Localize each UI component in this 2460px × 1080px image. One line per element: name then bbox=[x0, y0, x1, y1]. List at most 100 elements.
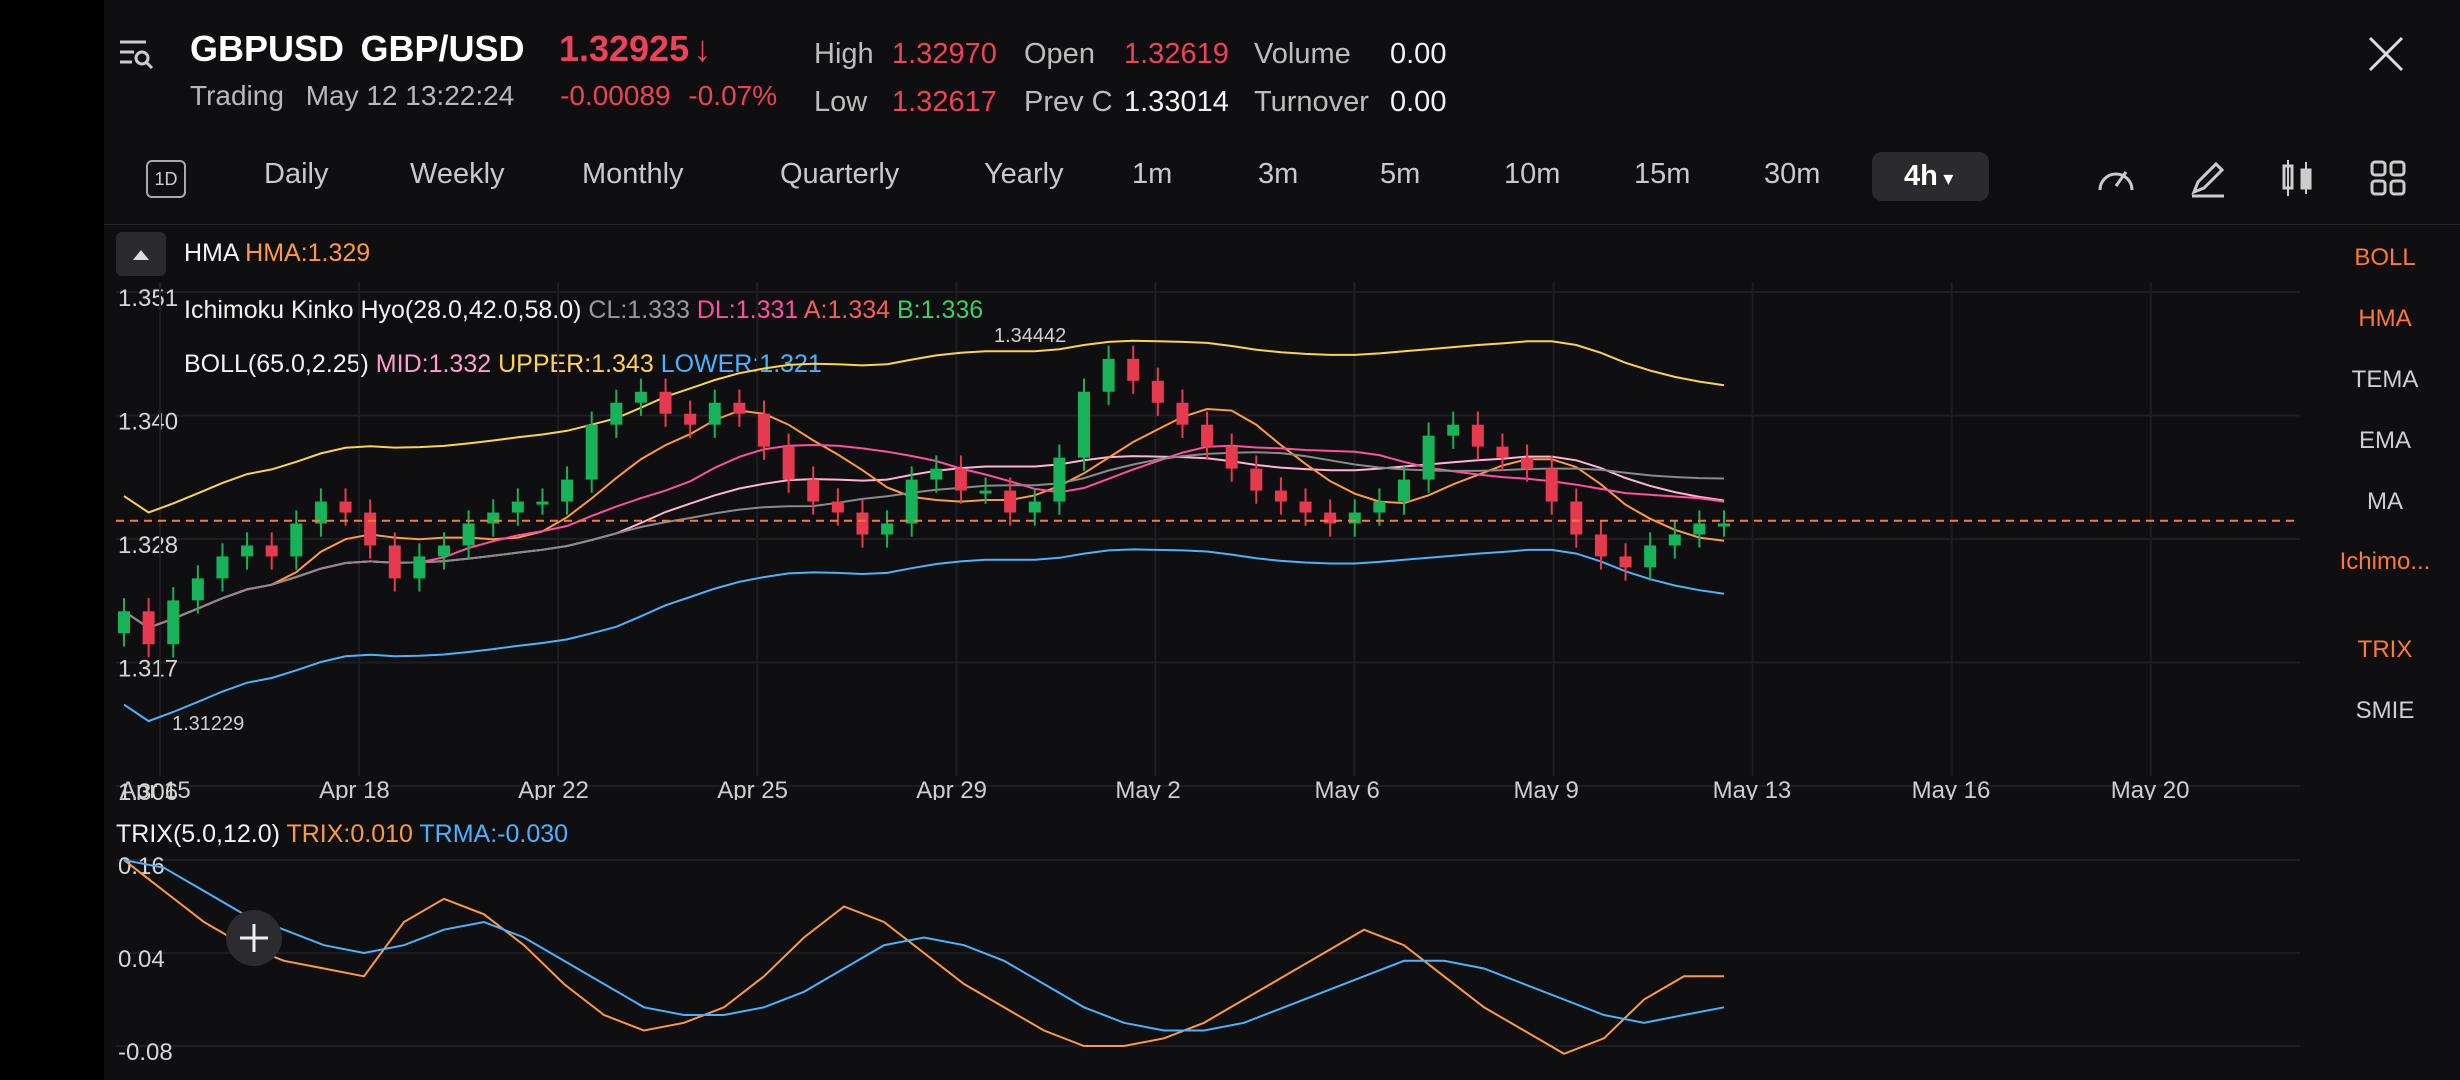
candle-body bbox=[438, 545, 450, 557]
y-tick-label: 1.328 bbox=[118, 532, 178, 559]
tab-monthly[interactable]: Monthly bbox=[582, 158, 684, 191]
candle-body bbox=[585, 424, 598, 480]
close-icon[interactable] bbox=[2366, 34, 2406, 79]
candle-body bbox=[905, 479, 918, 524]
candle-body bbox=[1324, 512, 1337, 524]
candle-body bbox=[1102, 358, 1115, 392]
low-value: 1.32617 bbox=[892, 86, 997, 118]
tab-30m[interactable]: 30m bbox=[1764, 158, 1820, 191]
candle-body bbox=[1521, 457, 1534, 469]
candle-body bbox=[684, 413, 697, 425]
candle-body bbox=[364, 512, 377, 546]
candle-body bbox=[1151, 380, 1164, 403]
draw-pen-icon[interactable] bbox=[2186, 156, 2230, 205]
x-tick-label: Apr 15 bbox=[120, 777, 191, 800]
trix-value: TRIX:0.010 bbox=[286, 820, 413, 848]
crosshair-add-button[interactable] bbox=[226, 910, 282, 966]
candle-body bbox=[1718, 523, 1730, 527]
candle-body bbox=[1668, 534, 1681, 546]
candle-body bbox=[733, 402, 746, 414]
candle-body bbox=[634, 391, 647, 403]
candle-style-icon[interactable] bbox=[2276, 156, 2320, 205]
candle-body bbox=[462, 523, 475, 546]
indicator-speed-icon[interactable] bbox=[2094, 158, 2138, 203]
candle-body bbox=[659, 391, 672, 414]
high-label: High bbox=[814, 38, 874, 70]
indicator-ichimo[interactable]: Ichimo... bbox=[2320, 548, 2450, 576]
last-price: 1.32925 bbox=[558, 28, 690, 69]
candle-body bbox=[1176, 402, 1189, 425]
left-edge bbox=[0, 0, 104, 1080]
quote-time: May 12 13:22:24 bbox=[305, 80, 515, 111]
candle-body bbox=[1496, 446, 1509, 458]
candle-body bbox=[1078, 391, 1090, 458]
candle-body bbox=[881, 523, 894, 535]
candle-body bbox=[118, 611, 130, 634]
turnover-value: 0.00 bbox=[1390, 86, 1447, 118]
hma-line bbox=[123, 407, 1725, 629]
candle-body bbox=[241, 545, 254, 557]
symbol-pair: GBP/USD bbox=[360, 28, 525, 69]
chevron-down-icon: ▾ bbox=[1937, 168, 1954, 190]
candle-body bbox=[1398, 479, 1410, 502]
trading-status: Trading bbox=[190, 80, 284, 111]
price-chart[interactable]: 1.3511.3401.3281.3171.306Apr 15 Apr 18 Apr… bbox=[104, 270, 2304, 800]
boll-lower-line bbox=[123, 548, 1725, 723]
candle-body bbox=[758, 413, 770, 447]
high-value: 1.32970 bbox=[892, 38, 997, 70]
candle-body bbox=[216, 556, 229, 579]
candle-body bbox=[1545, 468, 1558, 502]
candle-body bbox=[536, 501, 549, 505]
indicator-tema[interactable]: TEMA bbox=[2320, 366, 2450, 394]
tab-yearly[interactable]: Yearly bbox=[984, 158, 1064, 191]
candle-body bbox=[1004, 490, 1017, 513]
trix-y-tick-label: -0.08 bbox=[118, 1039, 173, 1066]
candle-body bbox=[1373, 501, 1386, 513]
candle-body bbox=[1619, 556, 1632, 568]
turnover-label: Turnover bbox=[1254, 86, 1369, 118]
menu-search-icon[interactable] bbox=[116, 34, 156, 79]
x-tick-label: May 16 bbox=[1912, 777, 1991, 800]
ichimoku-cl-line bbox=[123, 451, 1725, 629]
trix-y-tick-label: 0.04 bbox=[118, 946, 165, 973]
candle-body bbox=[610, 402, 623, 425]
indicator-hma[interactable]: HMA bbox=[2320, 305, 2450, 333]
tab-3m[interactable]: 3m bbox=[1258, 158, 1298, 191]
tab-weekly[interactable]: Weekly bbox=[410, 158, 505, 191]
boll-upper-line bbox=[123, 339, 1725, 514]
x-tick-label: Apr 29 bbox=[916, 777, 987, 800]
x-tick-label: May 20 bbox=[2111, 777, 2190, 800]
trix-chart[interactable]: 0.160.04-0.08 bbox=[104, 850, 2304, 1070]
candle-body bbox=[930, 468, 943, 480]
indicator-boll[interactable]: BOLL bbox=[2320, 244, 2450, 272]
candle-body bbox=[979, 490, 992, 494]
tab-1m[interactable]: 1m bbox=[1132, 158, 1172, 191]
candle-body bbox=[1570, 501, 1583, 535]
symbol-code: GBPUSD bbox=[190, 28, 345, 69]
x-tick-label: May 9 bbox=[1514, 777, 1579, 800]
low-annotation: 1.31229 bbox=[172, 713, 244, 735]
tab-5m[interactable]: 5m bbox=[1380, 158, 1420, 191]
indicator-ema[interactable]: EMA bbox=[2320, 427, 2450, 455]
indicator-ma[interactable]: MA bbox=[2320, 488, 2450, 516]
price-change-pct: -0.07% bbox=[688, 80, 778, 111]
candle-body bbox=[708, 402, 721, 425]
grid-layout-icon[interactable] bbox=[2368, 158, 2408, 203]
indicator-trix[interactable]: TRIX bbox=[2320, 636, 2450, 664]
candle-body bbox=[487, 512, 500, 524]
tab-4h[interactable]: 4h ▾ bbox=[1872, 152, 1990, 201]
indicator-smie[interactable]: SMIE bbox=[2320, 697, 2450, 725]
chart-type-button[interactable]: 1D bbox=[146, 160, 186, 198]
candle-body bbox=[413, 556, 426, 579]
hma-name: HMA bbox=[184, 239, 239, 267]
tab-daily[interactable]: Daily bbox=[264, 158, 328, 191]
tab-quarterly[interactable]: Quarterly bbox=[780, 158, 899, 191]
tab-15m[interactable]: 15m bbox=[1634, 158, 1690, 191]
candle-body bbox=[1250, 468, 1263, 491]
candle-body bbox=[1127, 358, 1140, 381]
tab-10m[interactable]: 10m bbox=[1504, 158, 1560, 191]
candle-body bbox=[831, 501, 844, 513]
y-tick-label: 1.351 bbox=[118, 285, 178, 312]
candle-body bbox=[1201, 424, 1214, 447]
down-arrow-icon: ↓ bbox=[693, 28, 712, 69]
